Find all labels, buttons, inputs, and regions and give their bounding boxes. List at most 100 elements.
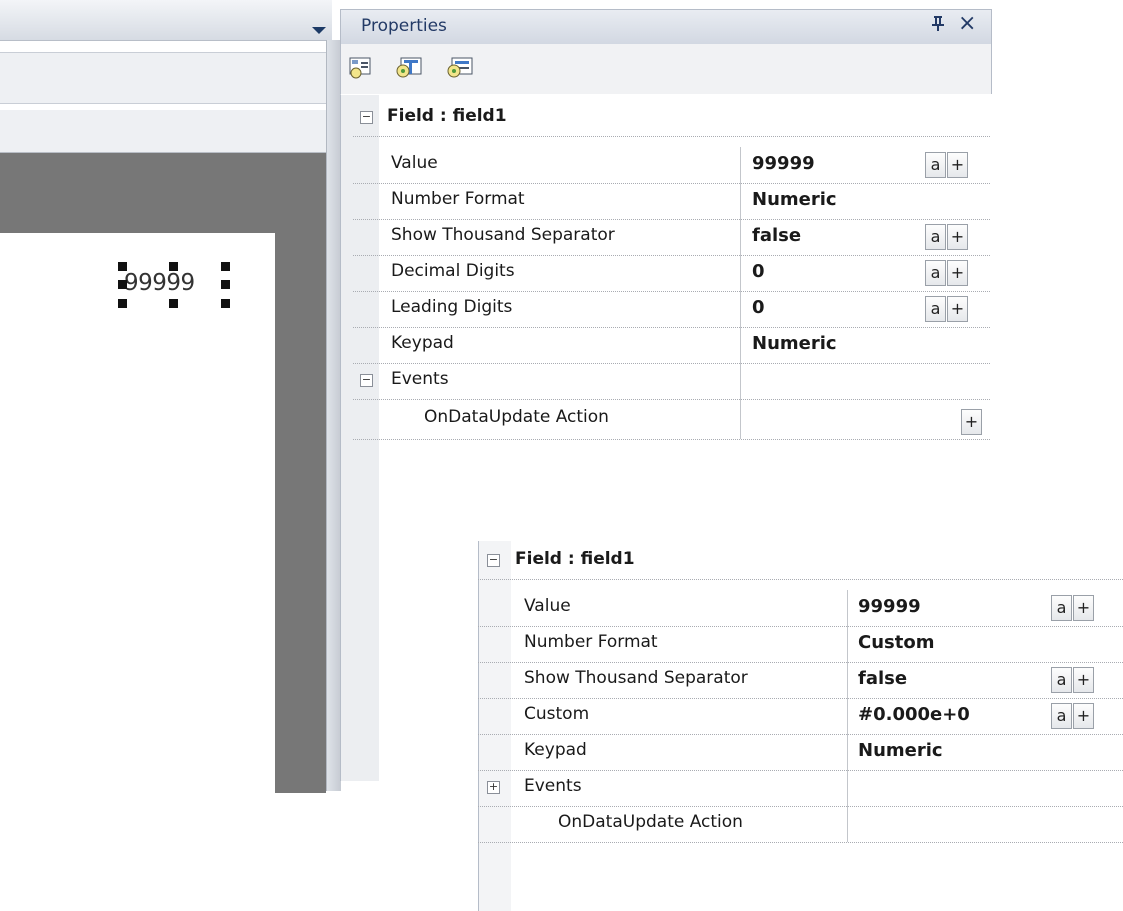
column-divider [740,363,741,399]
column-divider [740,147,741,183]
pin-icon[interactable] [931,15,945,36]
event-name: OnDataUpdate Action [558,812,743,832]
property-row-keypad[interactable]: Keypad Numeric [478,734,1123,771]
column-divider [847,770,848,806]
property-row-number-format[interactable]: Number Format Custom [478,626,1123,663]
events-section-row[interactable]: + Events [478,770,1123,807]
column-divider [847,590,848,626]
section-label: Field : field1 [515,549,635,569]
property-name: Show Thousand Separator [391,225,615,245]
property-row-decimal-digits[interactable]: Decimal Digits 0 a + [353,255,990,292]
property-row-value[interactable]: Value 99999 a + [478,590,1123,627]
column-divider [847,698,848,734]
property-value[interactable]: false [752,225,801,246]
property-name: Value [391,153,438,173]
property-value[interactable]: false [858,668,907,689]
section-header-row[interactable]: − Field : field1 [478,543,1123,580]
property-row-value[interactable]: Value 99999 a + [353,147,990,184]
properties-title: Properties [361,16,447,36]
property-value[interactable]: 0 [752,261,765,282]
property-name: Leading Digits [391,297,513,317]
edit-a-button[interactable]: a [925,296,946,322]
property-row-leading-digits[interactable]: Leading Digits 0 a + [353,291,990,328]
column-divider [740,327,741,363]
property-row-thousand-separator[interactable]: Show Thousand Separator false a + [478,662,1123,699]
resize-handle-br[interactable] [221,299,230,308]
add-button[interactable]: + [947,224,968,250]
add-action-button[interactable]: + [961,409,982,435]
add-button[interactable]: + [1073,703,1094,729]
add-button[interactable]: + [1073,667,1094,693]
resize-handle-tr[interactable] [221,262,230,271]
add-button[interactable]: + [947,260,968,286]
column-divider [740,291,741,327]
property-row-thousand-separator[interactable]: Show Thousand Separator false a + [353,219,990,256]
column-divider [740,219,741,255]
property-row-number-format[interactable]: Number Format Numeric [353,183,990,220]
section-header-row[interactable]: − Field : field1 [353,100,990,137]
property-name: Keypad [524,740,587,760]
property-name: Keypad [391,333,454,353]
add-button[interactable]: + [947,152,968,178]
add-button[interactable]: + [947,296,968,322]
collapse-icon[interactable]: − [360,111,373,124]
property-value[interactable]: Custom [858,632,934,653]
property-name: Decimal Digits [391,261,515,281]
column-divider [740,399,741,439]
edit-a-button[interactable]: a [925,152,946,178]
column-divider [847,734,848,770]
events-label: Events [524,776,582,796]
column-divider [847,806,848,842]
categorized-view-icon[interactable] [349,56,375,80]
resize-handle-tl[interactable] [118,262,127,271]
section-label: Field : field1 [387,106,507,126]
properties-header: Properties × [340,9,992,45]
properties-toolbar [340,44,992,94]
edit-a-button[interactable]: a [925,224,946,250]
property-value[interactable]: 99999 [752,153,815,174]
chevron-down-icon[interactable] [312,27,326,34]
collapse-icon[interactable]: − [487,554,500,567]
close-icon[interactable]: × [958,11,976,36]
property-value[interactable]: 99999 [858,596,921,617]
property-value[interactable]: 0 [752,297,765,318]
designer-toolbar [0,52,326,104]
events-section-row[interactable]: − Events [353,363,990,400]
numeric-field-widget[interactable]: 99999 [118,262,230,308]
alphabetical-view-icon[interactable] [396,56,422,80]
property-name: Custom [524,704,590,724]
designer-tab-strip [0,0,332,41]
resize-handle-mr[interactable] [221,280,230,289]
panel-splitter[interactable] [326,40,341,791]
resize-handle-bc[interactable] [169,299,178,308]
numeric-field-text: 99999 [124,270,195,296]
resize-handle-tc[interactable] [169,262,178,271]
property-value[interactable]: Numeric [858,740,943,761]
event-row-ondataupdate[interactable]: OnDataUpdate Action + [353,399,990,440]
property-name: Show Thousand Separator [524,668,748,688]
expand-icon[interactable]: + [487,781,500,794]
events-label: Events [391,369,449,389]
property-name: Value [524,596,571,616]
property-name: Number Format [391,189,525,209]
event-row-ondataupdate[interactable]: OnDataUpdate Action [478,806,1123,843]
add-button[interactable]: + [1073,595,1094,621]
property-value[interactable]: #0.000e+0 [858,704,970,725]
page-canvas[interactable] [0,233,275,793]
property-name: Number Format [524,632,658,652]
edit-a-button[interactable]: a [1051,595,1072,621]
column-divider [740,183,741,219]
edit-a-button[interactable]: a [925,260,946,286]
property-row-keypad[interactable]: Keypad Numeric [353,327,990,364]
resize-handle-ml[interactable] [118,280,127,289]
edit-a-button[interactable]: a [1051,703,1072,729]
column-divider [740,255,741,291]
resize-handle-bl[interactable] [118,299,127,308]
collapse-icon[interactable]: − [360,374,373,387]
edit-a-button[interactable]: a [1051,667,1072,693]
property-value[interactable]: Numeric [752,189,837,210]
event-name: OnDataUpdate Action [424,407,609,427]
property-value[interactable]: Numeric [752,333,837,354]
property-pages-icon[interactable] [447,56,473,80]
property-row-custom[interactable]: Custom #0.000e+0 a + [478,698,1123,735]
